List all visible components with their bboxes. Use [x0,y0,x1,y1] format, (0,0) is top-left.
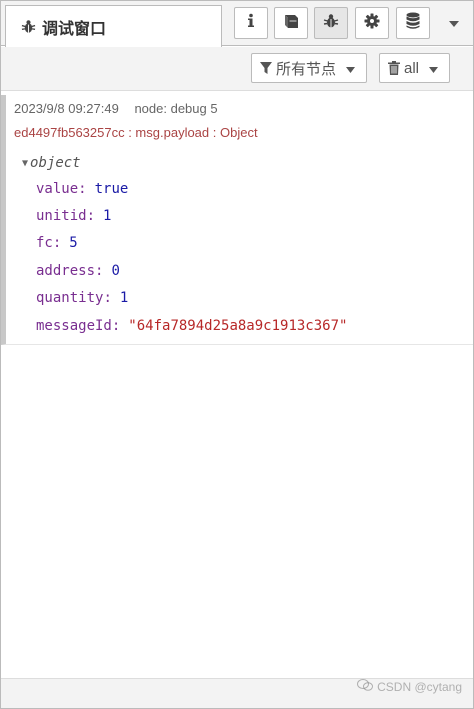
context-data-button[interactable] [396,7,430,39]
bug-icon [20,19,36,35]
tree-property: messageId: "64fa7894d25a8a9c1913c367" [36,317,348,334]
wechat-icon [357,679,374,694]
property-key: unitid [36,208,87,225]
property-value[interactable]: 1 [103,208,111,224]
trash-icon [388,61,400,75]
debug-sidebar: 调试窗口 所有节点 all 2023/9/8 09:27:49 node: de… [0,0,474,709]
message-meta: 2023/9/8 09:27:49 node: debug 5 [14,101,218,116]
database-icon [405,12,421,35]
tree-root-toggle[interactable]: ▼ object [22,151,347,175]
clear-label: all [404,59,420,77]
property-value[interactable]: 0 [111,263,119,279]
property-key: fc [36,235,53,252]
caret-down-icon [346,60,356,77]
property-value[interactable]: 1 [120,290,128,306]
property-value[interactable]: 5 [69,235,77,251]
caret-down-icon [449,14,459,32]
property-value[interactable]: "64fa7894d25a8a9c1913c367" [128,318,347,334]
tree-property: fc: 5 [36,235,78,252]
filter-label: 所有节点 [276,60,337,78]
gear-icon [364,13,380,34]
property-value[interactable]: true [95,181,129,197]
property-key: value [36,180,79,197]
help-button[interactable] [274,7,308,39]
tree-property: value: true [36,180,129,197]
property-key: quantity [36,290,104,307]
tree-root-type: object [30,155,81,171]
filter-icon [260,61,272,75]
info-button[interactable] [234,7,268,39]
watermark: CSDN @cytang [357,679,462,694]
book-icon [282,13,300,34]
tab-label: 调试窗口 [42,20,107,38]
info-icon [244,13,258,34]
tree-property: address: 0 [36,262,120,279]
expand-arrow-icon: ▼ [22,157,29,169]
message-node-link[interactable]: node: debug 5 [134,101,217,116]
caret-down-icon [429,60,439,77]
sidebar-menu-button[interactable] [439,7,469,39]
tree-property: quantity: 1 [36,290,129,307]
debug-button[interactable] [314,7,348,39]
message-timestamp: 2023/9/8 09:27:49 [14,101,119,116]
bug-icon [323,13,339,34]
property-key: messageId [36,317,112,334]
payload-tree: ▼ object value: true unitid: 1 fc: 5 add… [22,151,347,339]
debug-message: 2023/9/8 09:27:49 node: debug 5 ed4497fb… [1,95,473,345]
tree-property: unitid: 1 [36,208,112,225]
message-source: ed4497fb563257cc : msg.payload : Object [14,125,258,140]
watermark-text: CSDN @cytang [377,679,462,694]
filter-nodes-button[interactable]: 所有节点 [251,53,367,83]
tab-debug[interactable]: 调试窗口 [5,5,222,47]
clear-messages-button[interactable]: all [379,53,450,83]
config-button[interactable] [355,7,389,39]
property-key: address [36,262,96,279]
sidebar-header: 调试窗口 [1,1,473,47]
debug-toolbar: 所有节点 all [1,47,473,91]
